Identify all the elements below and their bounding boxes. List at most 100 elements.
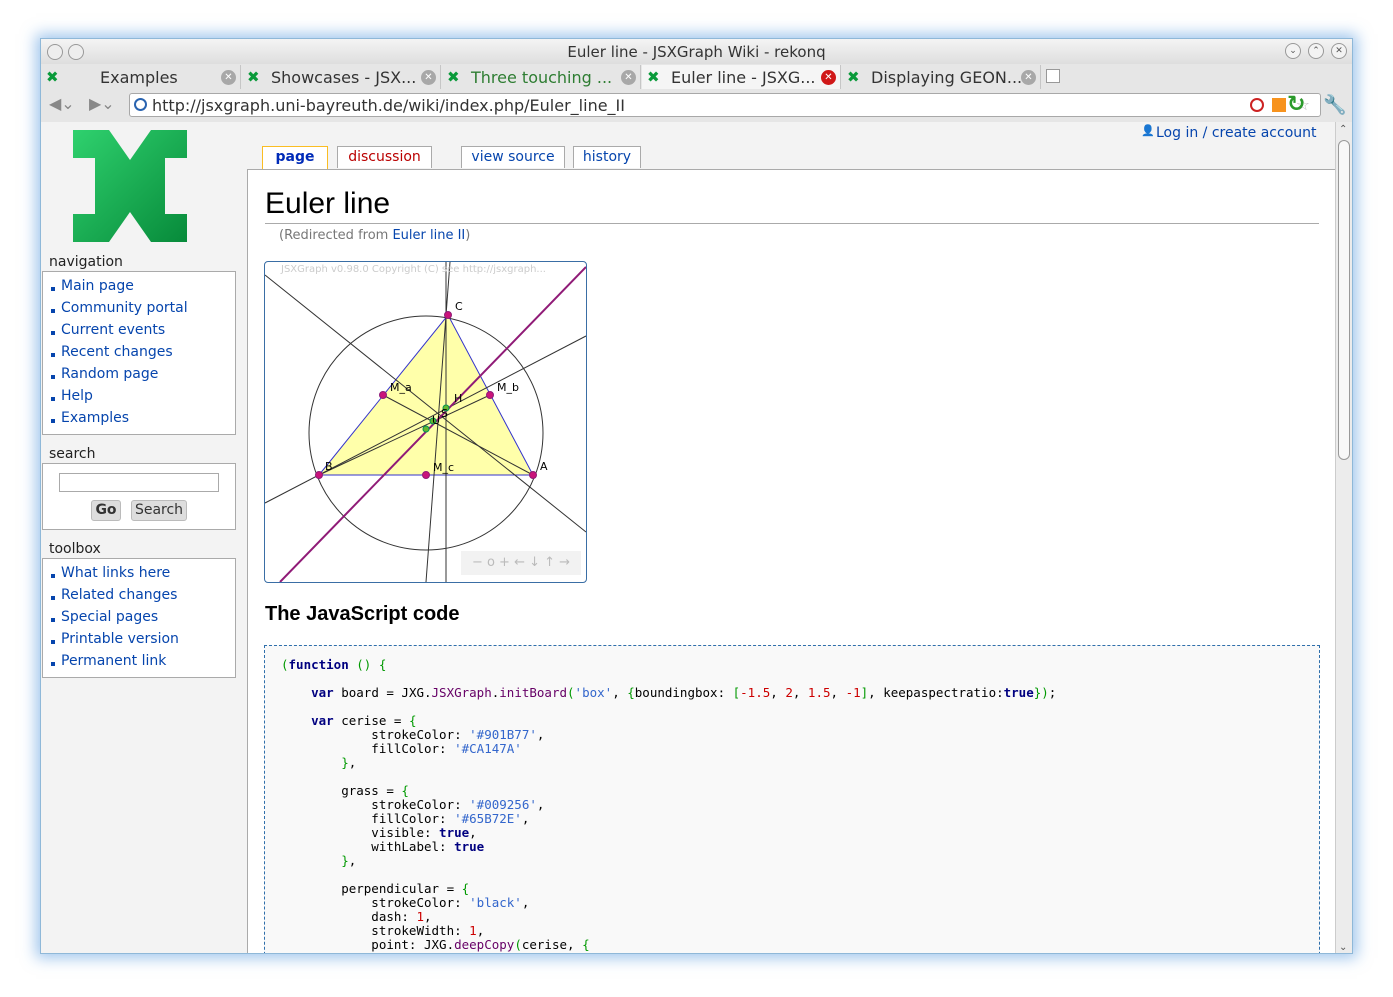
jsxgraph-favicon-icon: ✖ [847, 68, 860, 86]
nav-random-page[interactable]: Random page [51, 366, 235, 388]
tab-discussion[interactable]: discussion [337, 146, 432, 168]
rss-icon[interactable] [1272, 98, 1286, 112]
nav-examples[interactable]: Examples [51, 410, 235, 432]
tab-page[interactable]: page [262, 146, 328, 170]
title-divider [265, 223, 1319, 224]
tab-displaying-geonext[interactable]: ✖ Displaying GEON... ✕ [842, 65, 1041, 89]
url-bar[interactable]: http://jsxgraph.uni-bayreuth.de/wiki/ind… [129, 93, 1321, 117]
nav-current-events[interactable]: Current events [51, 322, 235, 344]
label-b: B [325, 460, 333, 473]
close-tab-icon[interactable]: ✕ [821, 69, 836, 85]
label-h: H [454, 392, 462, 405]
point-mc[interactable] [422, 471, 430, 479]
tab-label: Euler line - JSXG... [671, 67, 816, 87]
code-block: (function () { var board = JXG.JSXGraph.… [264, 645, 1320, 953]
euler-line-diagram: A B C M_a M_b M_c H S U JSXGraph v0.98.0… [265, 262, 586, 582]
navigation-portlet: Main page Community portal Current event… [42, 271, 236, 435]
tab-label: Showcases - JSX... [271, 67, 417, 87]
go-button[interactable]: Go [91, 500, 121, 521]
new-tab-icon[interactable] [1046, 69, 1060, 83]
label-s: S [441, 407, 448, 420]
scrollbar-thumb[interactable] [1338, 140, 1350, 460]
login-link[interactable]: Log in / create account [1156, 125, 1317, 141]
navigation-heading: navigation [49, 254, 123, 270]
jsxgraph-favicon-icon: ✖ [46, 68, 59, 86]
close-tab-icon[interactable]: ✕ [621, 69, 636, 85]
site-logo[interactable] [73, 130, 187, 242]
tab-view-source[interactable]: view source [461, 146, 565, 168]
tab-history[interactable]: history [573, 146, 641, 168]
back-icon[interactable]: ◀⌄ [49, 94, 75, 116]
triangle [317, 314, 534, 476]
redirect-prefix: (Redirected from [279, 228, 393, 243]
tab-euler-line[interactable]: ✖ Euler line - JSXG... ✕ [642, 65, 841, 89]
maximize-button[interactable]: ⌃ [1308, 43, 1324, 59]
tab-label: Examples [100, 67, 178, 87]
nav-help[interactable]: Help [51, 388, 235, 410]
scroll-up-icon[interactable]: ⌃ [1339, 124, 1347, 135]
redirect-link[interactable]: Euler line II [392, 228, 465, 243]
close-tab-icon[interactable]: ✕ [421, 69, 436, 85]
redirect-suffix: ) [465, 228, 471, 243]
board-navigation[interactable]: − o + ← ↓ ↑ → [461, 551, 581, 575]
browser-window: Euler line - JSXGraph Wiki - rekonq ⌄ ⌃ … [40, 38, 1353, 954]
section-heading: The JavaScript code [265, 603, 460, 625]
nav-community-portal[interactable]: Community portal [51, 300, 235, 322]
tab-label: Three touching ... [471, 67, 613, 87]
forward-icon[interactable]: ▶⌄ [89, 94, 115, 116]
reload-icon[interactable]: ↻ [1287, 92, 1305, 117]
point-a[interactable] [529, 471, 537, 479]
tool-what-links-here[interactable]: What links here [51, 565, 235, 587]
search-input[interactable] [59, 473, 219, 492]
close-tab-icon[interactable]: ✕ [1021, 69, 1036, 85]
tab-examples[interactable]: ✖ Examples ✕ [41, 65, 241, 89]
label-ma: M_a [390, 381, 412, 394]
close-window-button[interactable]: ✕ [1331, 43, 1347, 59]
vertical-scrollbar[interactable]: ⌃ ⌄ [1335, 122, 1352, 953]
search-button[interactable]: Search [131, 500, 187, 521]
copyright-text: JSXGraph v0.98.0 Copyright (C) see http:… [280, 264, 546, 275]
user-icon: 👤 [1141, 124, 1155, 137]
navigation-toolbar: ◀⌄ ▶⌄ http://jsxgraph.uni-bayreuth.de/wi… [41, 90, 1352, 120]
close-tab-icon[interactable]: ✕ [221, 69, 236, 85]
code-text: (function () { var board = JXG.JSXGraph.… [281, 657, 1057, 952]
label-c: C [455, 300, 463, 313]
tool-printable-version[interactable]: Printable version [51, 631, 235, 653]
title-bar: Euler line - JSXGraph Wiki - rekonq ⌄ ⌃ … [41, 39, 1352, 64]
point-b[interactable] [315, 471, 323, 479]
page-viewport: navigation Main page Community portal Cu… [41, 122, 1335, 953]
tab-three-touching[interactable]: ✖ Three touching ... ✕ [442, 65, 641, 89]
point-u [422, 425, 430, 433]
tool-permanent-link[interactable]: Permanent link [51, 653, 235, 675]
point-ma[interactable] [379, 391, 387, 399]
scroll-down-icon[interactable]: ⌄ [1339, 942, 1347, 953]
jsxgraph-favicon-icon: ✖ [647, 68, 660, 86]
toolbox-heading: toolbox [49, 541, 101, 557]
point-mb[interactable] [486, 391, 494, 399]
page-title: Euler line [265, 187, 391, 220]
label-a: A [540, 460, 548, 473]
tab-showcases[interactable]: ✖ Showcases - JSX... ✕ [242, 65, 441, 89]
jsxgraph-favicon-icon: ✖ [247, 68, 260, 86]
jsxgraph-board[interactable]: A B C M_a M_b M_c H S U JSXGraph v0.98.0… [264, 261, 587, 583]
tool-special-pages[interactable]: Special pages [51, 609, 235, 631]
window-title: Euler line - JSXGraph Wiki - rekonq [567, 43, 826, 61]
minimize-button[interactable]: ⌄ [1285, 43, 1301, 59]
nav-recent-changes[interactable]: Recent changes [51, 344, 235, 366]
tool-related-changes[interactable]: Related changes [51, 587, 235, 609]
adblock-icon[interactable] [1250, 98, 1264, 112]
toolbox-portlet: What links here Related changes Special … [42, 558, 236, 678]
tab-label: Displaying GEON... [871, 67, 1021, 87]
point-c[interactable] [444, 311, 452, 319]
tools-wrench-icon[interactable]: 🔧 [1323, 93, 1347, 116]
search-portlet: Go Search [42, 463, 236, 530]
tab-bar: ✖ Examples ✕ ✖ Showcases - JSX... ✕ ✖ Th… [41, 65, 1352, 89]
nav-main-page[interactable]: Main page [51, 278, 235, 300]
main-content: Euler line (Redirected from Euler line I… [247, 169, 1335, 953]
url-text: http://jsxgraph.uni-bayreuth.de/wiki/ind… [152, 96, 625, 115]
globe-icon [134, 98, 147, 111]
label-mb: M_b [497, 381, 519, 394]
search-heading: search [49, 446, 96, 462]
label-mc: M_c [433, 461, 454, 474]
jsxgraph-favicon-icon: ✖ [447, 68, 460, 86]
